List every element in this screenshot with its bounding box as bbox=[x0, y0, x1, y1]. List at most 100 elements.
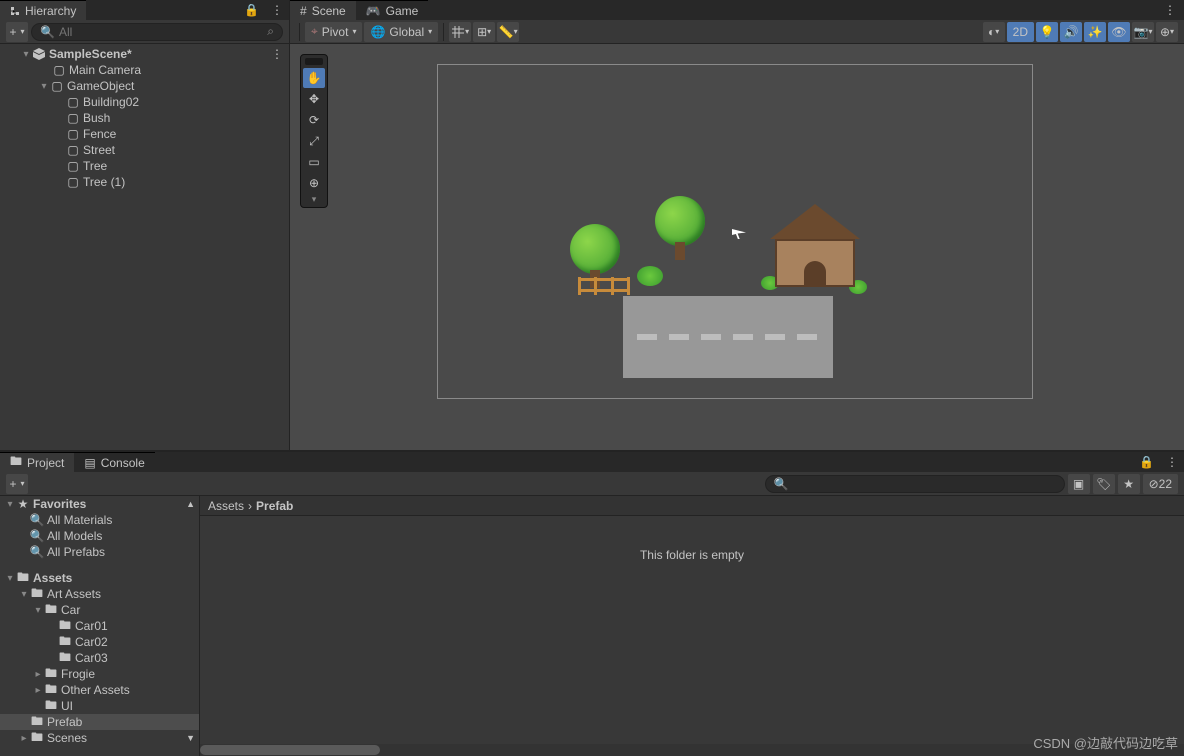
2d-toggle[interactable]: 2D bbox=[1007, 22, 1034, 42]
visibility-toggle[interactable]: 👁 bbox=[1108, 22, 1130, 42]
project-search-input[interactable] bbox=[793, 477, 1056, 491]
project-create-dropdown[interactable]: +▾ bbox=[6, 474, 28, 494]
shading-dropdown[interactable]: ◐▾ bbox=[983, 22, 1005, 42]
hierarchy-menu-icon[interactable]: ⋮ bbox=[265, 3, 289, 17]
chevron-down-icon[interactable]: ▾ bbox=[32, 605, 44, 616]
lock-icon[interactable]: 🔒 bbox=[238, 3, 265, 17]
filter-type-icon: ▣ bbox=[1073, 477, 1084, 491]
rotate-tool[interactable]: ⟳ bbox=[303, 110, 325, 130]
project-label: All Materials bbox=[47, 513, 112, 527]
chevron-down-icon[interactable]: ▾ bbox=[38, 81, 50, 92]
scene-menu-icon[interactable]: ⋮ bbox=[1156, 3, 1184, 17]
hierarchy-label: Tree (1) bbox=[83, 175, 125, 189]
search-icon: 🔍 bbox=[40, 25, 55, 39]
scene-viewport[interactable]: ✋ ✥ ⟳ ⤢ ▭ ⊕ ▾ bbox=[290, 44, 1184, 450]
cube-icon: ▢ bbox=[52, 63, 66, 77]
folder-car03[interactable]: 🖿Car03 bbox=[0, 650, 199, 666]
grid-icon bbox=[451, 25, 465, 39]
hidden-count-button[interactable]: ⊘22 bbox=[1143, 474, 1178, 494]
save-search-button[interactable]: ★ bbox=[1118, 474, 1140, 494]
project-label: UI bbox=[61, 699, 73, 713]
folder-icon: 🖿 bbox=[30, 584, 44, 605]
project-search[interactable]: 🔍 bbox=[765, 475, 1065, 493]
chevron-down-icon[interactable]: ▾ bbox=[4, 573, 16, 584]
pivot-dropdown[interactable]: ⌖Pivot▾ bbox=[305, 22, 362, 42]
folder-car01[interactable]: 🖿Car01 bbox=[0, 618, 199, 634]
folder-frogie[interactable]: ▸🖿Frogie bbox=[0, 666, 199, 682]
favorites-header[interactable]: ▾★Favorites▲ bbox=[0, 496, 199, 512]
fav-all-models[interactable]: 🔍All Models bbox=[0, 528, 199, 544]
search-by-label-button[interactable]: 🏷 bbox=[1093, 474, 1115, 494]
search-icon: 🔍 bbox=[30, 513, 44, 527]
hierarchy-item-tree[interactable]: ▢Tree bbox=[0, 158, 289, 174]
scroll-down-icon[interactable]: ▼ bbox=[186, 733, 195, 743]
favorites-label: Favorites bbox=[33, 497, 86, 511]
lighting-toggle[interactable]: 💡 bbox=[1036, 22, 1058, 42]
chevron-down-icon[interactable]: ▾ bbox=[4, 499, 16, 510]
fav-all-materials[interactable]: 🔍All Materials bbox=[0, 512, 199, 528]
transform-tool[interactable]: ⊕ bbox=[303, 173, 325, 193]
rect-tool[interactable]: ▭ bbox=[303, 152, 325, 172]
search-by-type-button[interactable]: ▣ bbox=[1068, 474, 1090, 494]
hierarchy-search-input[interactable] bbox=[59, 25, 267, 39]
fx-icon: ✨ bbox=[1088, 25, 1103, 39]
hierarchy-label: Main Camera bbox=[69, 63, 141, 77]
camera-dropdown[interactable]: 📷▾ bbox=[1132, 22, 1154, 42]
audio-toggle[interactable]: 🔊 bbox=[1060, 22, 1082, 42]
hierarchy-item-gameobject[interactable]: ▾ ▢ GameObject bbox=[0, 78, 289, 94]
chevron-down-icon[interactable]: ▾ bbox=[18, 589, 30, 600]
chevron-right-icon[interactable]: ▸ bbox=[18, 733, 30, 744]
hierarchy-item-building02[interactable]: ▢Building02 bbox=[0, 94, 289, 110]
chevron-right-icon[interactable]: ▸ bbox=[32, 669, 44, 680]
fav-all-prefabs[interactable]: 🔍All Prefabs bbox=[0, 544, 199, 560]
snap-settings-button[interactable]: 📏▾ bbox=[497, 22, 519, 42]
hidden-count-label: 22 bbox=[1159, 477, 1172, 491]
chevron-right-icon[interactable]: ▸ bbox=[32, 685, 44, 696]
tab-game[interactable]: 🎮Game bbox=[356, 0, 429, 20]
scrollbar-thumb[interactable] bbox=[200, 745, 380, 755]
hierarchy-item-main-camera[interactable]: ▢ Main Camera bbox=[0, 62, 289, 78]
project-menu-icon[interactable]: ⋮ bbox=[1160, 455, 1184, 469]
breadcrumb-current[interactable]: Prefab bbox=[256, 499, 293, 513]
folder-other[interactable]: ▸🖿Other Assets bbox=[0, 682, 199, 698]
tab-console[interactable]: ▤ Console bbox=[74, 452, 154, 472]
tab-hierarchy[interactable]: Hierarchy bbox=[0, 0, 86, 20]
palette-grip[interactable] bbox=[305, 58, 323, 65]
folder-scenes[interactable]: ▸🖿Scenes▼ bbox=[0, 730, 199, 746]
console-icon: ▤ bbox=[84, 456, 95, 470]
tab-project[interactable]: 🖿Project bbox=[0, 452, 74, 472]
grid-snap-button[interactable]: ▾ bbox=[449, 22, 471, 42]
hierarchy-item-tree1[interactable]: ▢Tree (1) bbox=[0, 174, 289, 190]
hierarchy-create-dropdown[interactable]: +▾ bbox=[6, 22, 28, 42]
hierarchy-search[interactable]: 🔍 ⌕ bbox=[31, 23, 283, 41]
fence-sprite bbox=[578, 278, 630, 292]
scale-tool[interactable]: ⤢ bbox=[303, 131, 325, 151]
hierarchy-item-bush[interactable]: ▢Bush bbox=[0, 110, 289, 126]
scroll-up-icon[interactable]: ▲ bbox=[186, 499, 195, 509]
hierarchy-label: GameObject bbox=[67, 79, 134, 93]
breadcrumb-root[interactable]: Assets bbox=[208, 499, 244, 513]
rotate-icon: ⟳ bbox=[309, 113, 319, 127]
snap-increment-button[interactable]: ⊞▾ bbox=[473, 22, 495, 42]
folder-car02[interactable]: 🖿Car02 bbox=[0, 634, 199, 650]
fx-toggle[interactable]: ✨ bbox=[1084, 22, 1106, 42]
scene-menu-icon[interactable]: ⋮ bbox=[271, 47, 283, 61]
move-tool[interactable]: ✥ bbox=[303, 89, 325, 109]
global-dropdown[interactable]: 🌐Global▾ bbox=[364, 22, 438, 42]
palette-more-icon[interactable]: ▾ bbox=[301, 194, 327, 204]
tab-scene[interactable]: #Scene bbox=[290, 0, 356, 20]
hierarchy-item-fence[interactable]: ▢Fence bbox=[0, 126, 289, 142]
hierarchy-item-street[interactable]: ▢Street bbox=[0, 142, 289, 158]
tab-console-label: Console bbox=[101, 456, 145, 470]
watermark: CSDN @边敲代码边吃草 bbox=[1033, 733, 1178, 752]
hand-tool[interactable]: ✋ bbox=[303, 68, 325, 88]
search-clear-icon[interactable]: ⌕ bbox=[267, 24, 274, 39]
folder-art-assets[interactable]: ▾🖿Art Assets bbox=[0, 586, 199, 602]
audio-icon: 🔊 bbox=[1064, 25, 1079, 39]
folder-icon: 🖿 bbox=[44, 600, 58, 621]
hierarchy-scene-row[interactable]: ▾ SampleScene* ⋮ bbox=[0, 46, 289, 62]
cube-icon: ▢ bbox=[66, 127, 80, 141]
chevron-down-icon[interactable]: ▾ bbox=[20, 49, 32, 60]
lock-icon[interactable]: 🔒 bbox=[1133, 455, 1160, 469]
gizmos-dropdown[interactable]: ⊕▾ bbox=[1156, 22, 1178, 42]
